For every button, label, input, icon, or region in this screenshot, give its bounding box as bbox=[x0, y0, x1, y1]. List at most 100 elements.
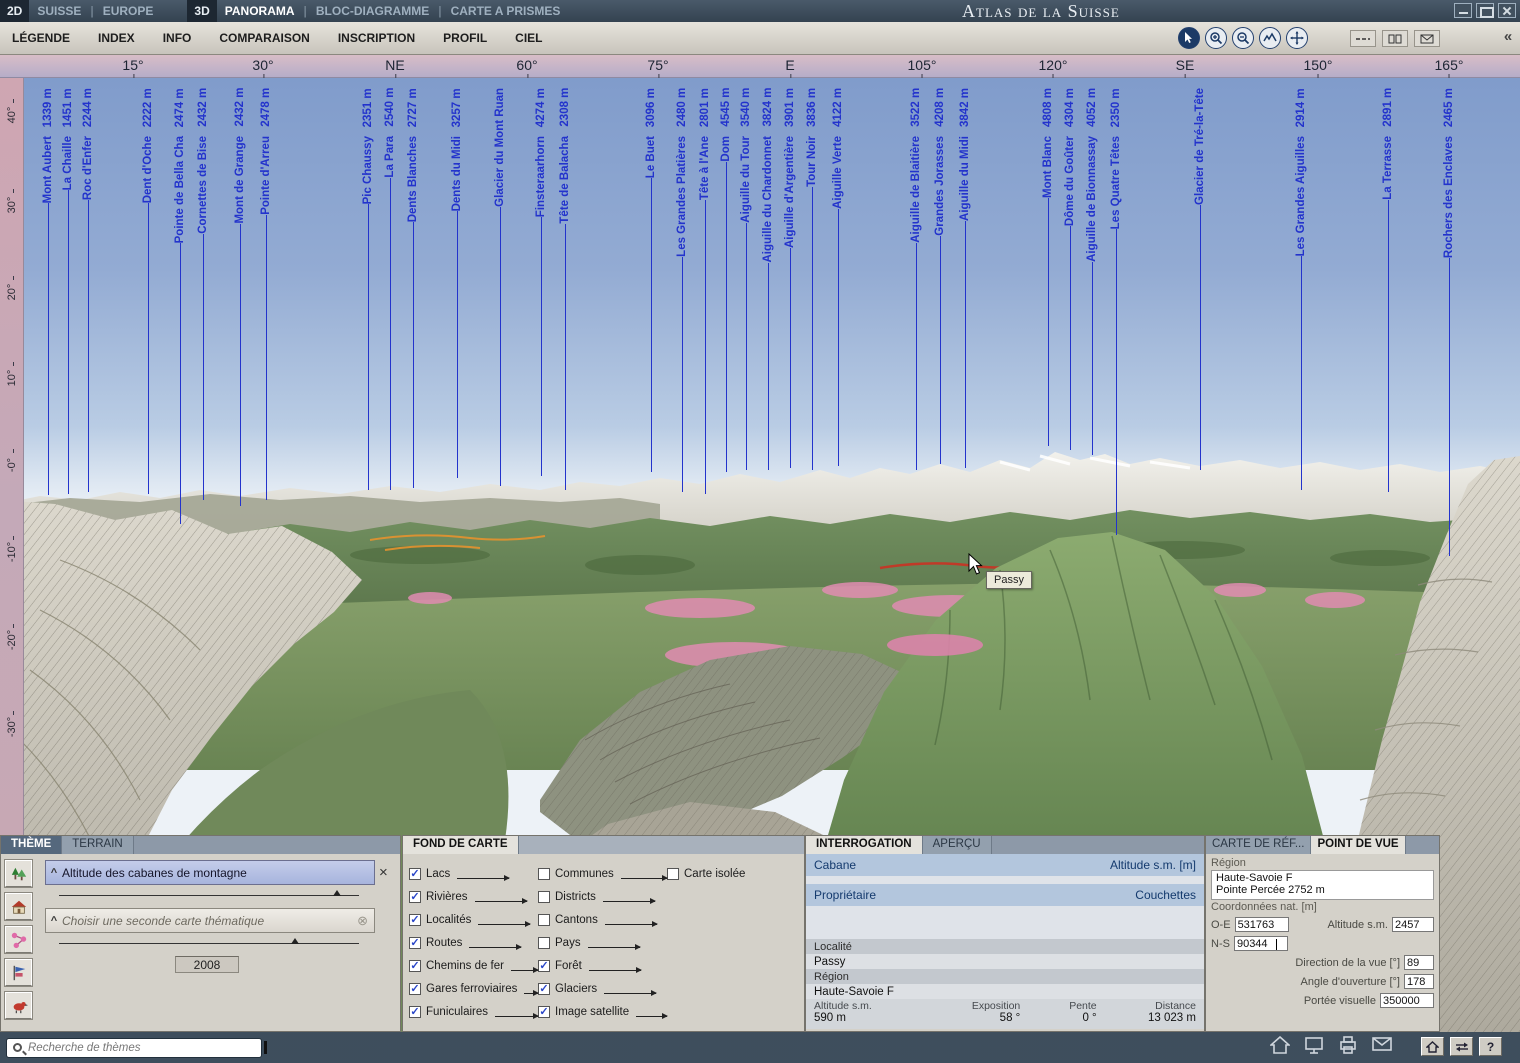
opacity-slider[interactable] bbox=[605, 924, 657, 925]
checkbox-localit-s[interactable]: ✓ bbox=[409, 914, 421, 926]
opacity-slider[interactable] bbox=[475, 901, 527, 902]
profile-tool-icon[interactable] bbox=[1259, 27, 1281, 49]
print-icon[interactable] bbox=[1338, 1036, 1358, 1059]
zoom-in-icon[interactable] bbox=[1205, 27, 1227, 49]
tab-point-de-vue[interactable]: POINT DE VUE bbox=[1311, 836, 1405, 854]
menu-item-ciel[interactable]: CIEL bbox=[515, 31, 542, 45]
aperture-field[interactable]: 178 bbox=[1404, 974, 1434, 989]
minimize-icon[interactable] bbox=[1454, 3, 1472, 18]
peak-label-rochers-des-enclaves[interactable]: Rochers des Enclaves2465 m bbox=[1443, 88, 1456, 556]
tab-fond-de-carte[interactable]: FOND DE CARTE bbox=[403, 836, 519, 854]
year-field[interactable]: 2008 bbox=[175, 956, 239, 973]
opacity-slider[interactable] bbox=[478, 924, 530, 925]
peak-label-t-te-de-balacha[interactable]: Tête de Balacha2308 m bbox=[559, 88, 572, 490]
opacity-slider[interactable] bbox=[621, 878, 667, 879]
measure-icon[interactable] bbox=[1350, 30, 1376, 47]
maximize-icon[interactable] bbox=[1476, 3, 1494, 18]
mail-icon[interactable] bbox=[1372, 1036, 1392, 1059]
collapse-panel-icon[interactable]: « bbox=[1500, 28, 1516, 45]
peak-label-la-chaille[interactable]: La Chaille1451 m bbox=[62, 88, 75, 494]
peak-label-mont-blanc[interactable]: Mont Blanc4808 m bbox=[1042, 88, 1055, 446]
checkbox-pays[interactable] bbox=[538, 937, 550, 949]
collapse-theme-icon[interactable]: ^ bbox=[46, 867, 62, 879]
home-icon[interactable] bbox=[1270, 1036, 1290, 1059]
peak-label-pic-chaussy[interactable]: Pic Chaussy2351 m bbox=[362, 88, 375, 490]
mode-carte-a-prismes[interactable]: CARTE A PRISMES bbox=[443, 4, 569, 18]
peak-label-les-grandes-aiguilles[interactable]: Les Grandes Aiguilles2914 m bbox=[1295, 88, 1308, 490]
peak-label-cornettes-de-bise[interactable]: Cornettes de Bise2432 m bbox=[197, 88, 210, 500]
peak-label-aiguille-d-argenti-re[interactable]: Aiguille d'Argentière3901 m bbox=[784, 88, 797, 468]
pointer-tool-icon[interactable] bbox=[1178, 27, 1200, 49]
peak-label-pointe-d-arreu[interactable]: Pointe d'Arreu2478 m bbox=[260, 88, 273, 500]
peak-label-dents-du-midi[interactable]: Dents du Midi3257 m bbox=[451, 88, 464, 478]
network-icon[interactable] bbox=[5, 926, 32, 953]
menu-item-index[interactable]: INDEX bbox=[98, 31, 135, 45]
slider-handle[interactable] bbox=[333, 890, 341, 896]
checkbox-rivi-res[interactable]: ✓ bbox=[409, 891, 421, 903]
checkbox-image-satellite[interactable]: ✓ bbox=[538, 1006, 550, 1018]
tab-theme[interactable]: THÈME bbox=[1, 836, 62, 854]
opacity-slider[interactable] bbox=[603, 901, 655, 902]
vegetation-icon[interactable] bbox=[5, 860, 32, 887]
menu-item-inscription[interactable]: INSCRIPTION bbox=[338, 31, 415, 45]
direction-field[interactable]: 89 bbox=[1404, 955, 1434, 970]
peak-label-finsteraarhorn[interactable]: Finsteraarhorn4274 m bbox=[535, 88, 548, 476]
peak-label-la-para[interactable]: La Para2540 m bbox=[384, 88, 397, 490]
fauna-icon[interactable] bbox=[5, 992, 32, 1019]
checkbox-routes[interactable]: ✓ bbox=[409, 937, 421, 949]
altitude-field[interactable]: 2457 bbox=[1392, 917, 1434, 932]
peak-label-mont-aubert[interactable]: Mont Aubert1339 m bbox=[42, 88, 55, 495]
peak-label-aiguille-de-bionnassay[interactable]: Aiguille de Bionnassay4052 m bbox=[1086, 88, 1099, 455]
peak-label-aiguille-du-midi[interactable]: Aiguille du Midi3842 m bbox=[959, 88, 972, 468]
checkbox-lacs[interactable]: ✓ bbox=[409, 868, 421, 880]
send-view-icon[interactable] bbox=[1414, 30, 1440, 47]
zoom-out-icon[interactable] bbox=[1232, 27, 1254, 49]
peak-label-dent-d-oche[interactable]: Dent d'Oche2222 m bbox=[142, 88, 155, 494]
tab-apercu[interactable]: APERÇU bbox=[923, 836, 992, 854]
peak-label-dents-blanches[interactable]: Dents Blanches2727 m bbox=[407, 88, 420, 488]
checkbox-funiculaires[interactable]: ✓ bbox=[409, 1006, 421, 1018]
mode-panorama[interactable]: PANORAMA bbox=[217, 4, 303, 18]
peak-label-aiguille-de-blaiti-re[interactable]: Aiguille de Blaitière3522 m bbox=[910, 88, 923, 470]
screen-icon[interactable] bbox=[1304, 1036, 1324, 1059]
peak-label-le-buet[interactable]: Le Buet3096 m bbox=[645, 88, 658, 472]
checkbox-cantons[interactable] bbox=[538, 914, 550, 926]
opacity-slider[interactable] bbox=[511, 970, 538, 971]
opacity-slider[interactable] bbox=[604, 993, 656, 994]
mode-bloc-diagramme[interactable]: BLOC-DIAGRAMME bbox=[308, 4, 437, 18]
tab-interrogation[interactable]: INTERROGATION bbox=[806, 836, 923, 854]
remove-second-theme-icon[interactable]: ⊗ bbox=[357, 913, 368, 929]
peak-label-dom[interactable]: Dom4545 m bbox=[720, 88, 733, 472]
help-button[interactable]: ? bbox=[1479, 1037, 1502, 1056]
peak-label-les-grandes-plati-res[interactable]: Les Grandes Platières2480 m bbox=[676, 88, 689, 492]
second-theme-combo[interactable]: ^ Choisir une seconde carte thématique ⊗ bbox=[45, 908, 375, 933]
opacity-slider[interactable] bbox=[524, 993, 538, 994]
link-button[interactable] bbox=[1450, 1037, 1473, 1056]
checkbox-glaciers[interactable]: ✓ bbox=[538, 983, 550, 995]
expand-combo-icon[interactable]: ^ bbox=[46, 915, 62, 927]
mode-suisse[interactable]: SUISSE bbox=[29, 4, 89, 18]
peak-label-t-te-l-ane[interactable]: Tête à l'Ane2801 m bbox=[699, 88, 712, 494]
opacity-slider[interactable] bbox=[495, 1016, 538, 1017]
menu-item-info[interactable]: INFO bbox=[163, 31, 192, 45]
tab-terrain[interactable]: TERRAIN bbox=[62, 836, 133, 854]
politics-flag-icon[interactable] bbox=[5, 959, 32, 986]
mode-3d[interactable]: 3D bbox=[187, 0, 216, 22]
mode-2d[interactable]: 2D bbox=[0, 0, 29, 22]
opacity-slider[interactable] bbox=[589, 970, 641, 971]
ns-field[interactable]: 90344 bbox=[1234, 936, 1288, 951]
peak-label-roc-d-enfer[interactable]: Roc d'Enfer2244 m bbox=[82, 88, 95, 492]
checkbox-communes[interactable] bbox=[538, 868, 550, 880]
remove-theme-icon[interactable]: × bbox=[379, 864, 388, 881]
tab-carte-de-reference[interactable]: CARTE DE RÉF... bbox=[1206, 836, 1311, 854]
theme-search-input[interactable]: Recherche de thèmes bbox=[6, 1038, 262, 1058]
checkbox-for-t[interactable]: ✓ bbox=[538, 960, 550, 972]
peak-label-glacier-de-tr-la-t-te[interactable]: Glacier de Tré-la-Tête bbox=[1194, 88, 1207, 470]
opacity-slider[interactable] bbox=[588, 947, 640, 948]
slider-handle[interactable] bbox=[291, 938, 299, 944]
peak-label-grandes-jorasses[interactable]: Grandes Jorasses4208 m bbox=[934, 88, 947, 464]
peak-label-glacier-du-mont-ruan[interactable]: Glacier du Mont Ruan bbox=[494, 88, 507, 486]
theme-opacity-slider[interactable] bbox=[59, 895, 359, 896]
peak-label-la-terrasse[interactable]: La Terrasse2891 m bbox=[1382, 88, 1395, 492]
opacity-slider[interactable] bbox=[457, 878, 509, 879]
